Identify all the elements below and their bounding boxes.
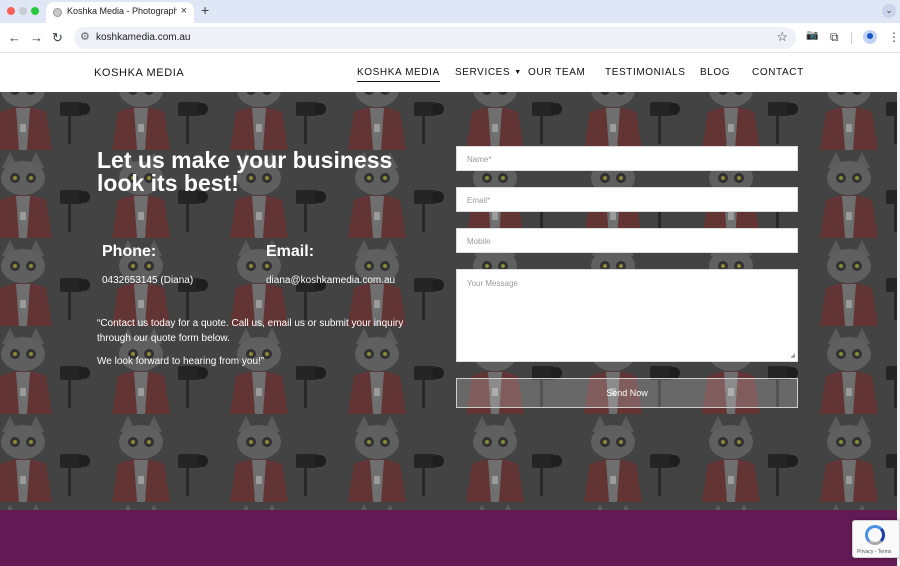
closing-paragraph: We look forward to hearing from you!” [97,356,265,367]
browser-tab-bar: Koshka Media - Photography × + ⌄ [0,0,900,23]
close-window-button[interactable] [7,7,15,15]
nav-contact[interactable]: CONTACT [752,67,804,78]
recaptcha-badge[interactable]: Privacy - Terms [852,520,900,558]
camera-icon[interactable]: 📷 [806,30,818,41]
new-tab-button[interactable]: + [201,2,209,18]
browser-tab[interactable]: Koshka Media - Photography × [46,2,194,23]
email-placeholder: Email* [467,196,491,205]
contact-hero: Let us make your business look its best!… [0,92,897,510]
message-placeholder: Your Message [467,279,518,288]
footer-band [0,510,897,566]
phone-label: Phone: [102,243,157,260]
message-textarea[interactable]: Your Message ◢ [456,269,798,362]
nav-services[interactable]: SERVICES ▼ [455,67,522,78]
tab-search-button[interactable]: ⌄ [882,4,896,18]
mobile-input[interactable]: Mobile [456,228,798,253]
email-label: Email: [266,243,315,260]
site-header: KOSHKA MEDIA KOSHKA MEDIA SERVICES ▼ OUR … [0,54,900,92]
hero-headline: Let us make your business look its best! [97,147,393,196]
name-placeholder: Name* [467,155,492,164]
extensions-icon[interactable]: ⧉ [830,30,839,45]
site-settings-icon[interactable]: ⚙ [80,30,90,43]
site-logo[interactable]: KOSHKA MEDIA [94,67,184,79]
close-icon[interactable]: × [181,5,187,17]
reload-button[interactable]: ↻ [52,30,63,46]
name-input[interactable]: Name* [456,146,798,171]
url-text: koshkamedia.com.au [96,32,191,43]
nav-testimonials[interactable]: TESTIMONIALS [605,67,686,78]
tab-title: Koshka Media - Photography [67,6,177,16]
bookmark-star-icon[interactable]: ☆ [776,29,788,45]
maximize-window-button[interactable] [31,7,39,15]
nav-home[interactable]: KOSHKA MEDIA [357,67,440,82]
favicon-icon [53,8,62,17]
toolbar-divider [851,32,852,44]
nav-blog[interactable]: BLOG [700,67,730,78]
contact-paragraph: “Contact us today for a quote. Call us, … [97,318,404,344]
address-bar[interactable]: ⚙ koshkamedia.com.au ☆ [74,27,796,49]
nav-our-team[interactable]: OUR TEAM [528,67,585,78]
profile-avatar-icon[interactable] [863,30,877,44]
send-now-button[interactable]: Send Now [456,378,798,408]
browser-toolbar: ← → ↻ ⚙ koshkamedia.com.au ☆ 📷 ⧉ ⋮ [0,23,900,53]
mobile-placeholder: Mobile [467,237,491,246]
minimize-window-button[interactable] [19,7,27,15]
recaptcha-icon [865,525,885,545]
resize-handle-icon[interactable]: ◢ [790,352,795,359]
forward-button[interactable]: → [30,30,43,45]
phone-value[interactable]: 0432653145 (Diana) [102,275,193,286]
back-button[interactable]: ← [8,30,21,45]
browser-menu-icon[interactable]: ⋮ [888,30,900,44]
email-value[interactable]: diana@koshkamedia.com.au [266,275,395,286]
email-input[interactable]: Email* [456,187,798,212]
chevron-down-icon: ▼ [514,69,522,76]
recaptcha-links[interactable]: Privacy - Terms [857,549,891,555]
nav-services-label: SERVICES [455,67,511,78]
